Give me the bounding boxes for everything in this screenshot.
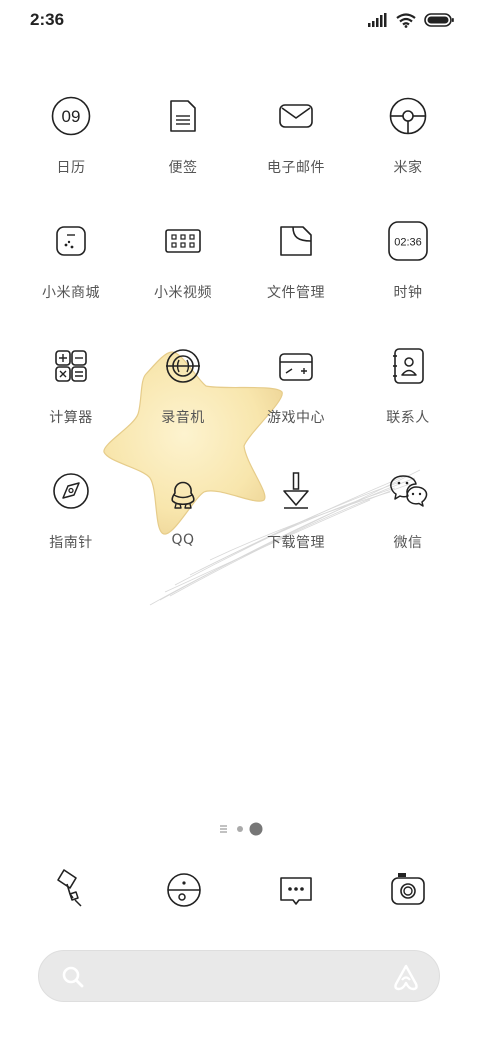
compass-icon [53,473,89,509]
phone-icon[interactable] [50,868,94,912]
page-dot-active [249,822,263,836]
recorder-icon [166,349,200,383]
mail-icon [279,104,313,128]
app-row: 小米商城 小米视频 文件管理 02:36 时钟 [0,213,480,338]
app-label: 日历 [56,160,86,176]
app-label: 电子邮件 [267,160,325,176]
app-label: 指南针 [49,535,93,551]
app-mi-home[interactable]: 米家 [352,88,464,198]
app-label: 录音机 [161,410,205,426]
app-label: 游戏中心 [267,410,325,426]
page-dot [237,826,243,832]
app-calendar[interactable]: 09 日历 [15,88,127,198]
svg-text:09: 09 [62,107,81,126]
search-icon [62,966,84,988]
app-row: 指南针 QQ 下载管理 微信 [0,463,480,588]
clock-icon: 02:36 [388,221,428,261]
file-manager-icon [280,226,312,256]
app-wechat[interactable]: 微信 [352,463,464,573]
qq-icon [171,481,195,509]
assistant-icon[interactable] [391,963,421,991]
wifi-icon [396,12,416,28]
app-label: 联系人 [386,410,430,426]
battery-icon [424,13,454,27]
app-clock[interactable]: 02:36 时钟 [352,213,464,323]
home-list-icon [220,825,227,833]
app-mail[interactable]: 电子邮件 [240,88,352,198]
download-manager-icon [283,472,309,509]
app-file-manager[interactable]: 文件管理 [240,213,352,323]
game-center-icon [279,353,313,381]
app-label: 下载管理 [267,535,325,551]
app-label: 米家 [393,160,423,176]
dock [0,868,480,916]
app-row: 计算器 录音机 游戏中心 联系人 [0,338,480,463]
app-calculator[interactable]: 计算器 [15,338,127,448]
calculator-icon [55,350,87,382]
app-label: QQ [171,532,195,548]
app-compass[interactable]: 指南针 [15,463,127,573]
app-recorder[interactable]: 录音机 [127,338,239,448]
app-label: 微信 [393,535,423,551]
status-time: 2:36 [30,10,65,29]
app-notes[interactable]: 便签 [127,88,239,198]
app-label: 小米商城 [42,285,100,301]
wechat-icon [390,475,428,507]
page-indicator[interactable] [0,820,480,840]
notes-icon [170,100,196,132]
app-game-center[interactable]: 游戏中心 [240,338,352,448]
signal-icon [368,13,387,27]
calendar-icon: 09 [51,96,91,136]
mi-store-icon [56,226,86,256]
contacts-icon [393,348,424,384]
app-mi-video[interactable]: 小米视频 [127,213,239,323]
app-grid: 09 日历 便签 电子邮件 米家 小米商城 小米视频 文件管理 02:36 时钟… [0,88,480,588]
app-download-manager[interactable]: 下载管理 [240,463,352,573]
app-contacts[interactable]: 联系人 [352,338,464,448]
app-qq[interactable]: QQ [127,463,239,573]
app-label: 便签 [168,160,198,176]
app-label: 文件管理 [267,285,325,301]
app-label: 计算器 [49,410,93,426]
mi-home-icon [389,97,427,135]
app-label: 时钟 [393,285,423,301]
camera-icon[interactable] [386,868,430,912]
browser-icon[interactable] [162,868,206,912]
status-bar: 2:36 [0,0,480,40]
search-bar[interactable] [38,950,440,1002]
app-row: 09 日历 便签 电子邮件 米家 [0,88,480,213]
mi-video-icon [165,229,201,253]
app-label: 小米视频 [154,285,212,301]
app-mi-store[interactable]: 小米商城 [15,213,127,323]
svg-text:02:36: 02:36 [394,237,422,249]
messages-icon[interactable] [274,868,318,912]
